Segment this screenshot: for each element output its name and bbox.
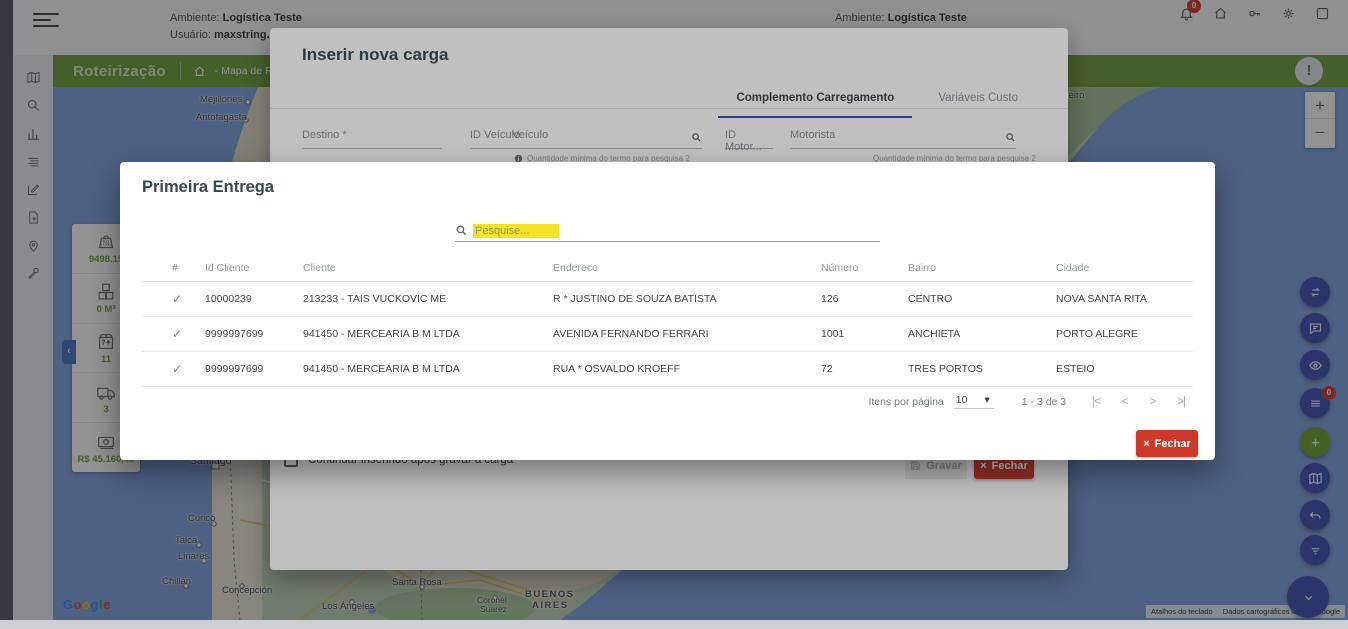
next-page-button[interactable]: > [1150,396,1156,408]
primeira-entrega-modal: Primeira Entrega Pesquise... # Id Client… [120,162,1215,460]
table-row[interactable]: ✓ 10000239 213233 - TAIS VUCKOVIC ME R *… [142,282,1193,317]
search-field[interactable]: Pesquise... [455,220,880,242]
search-placeholder: Pesquise... [473,224,559,238]
pagination-range: 1 - 3 de 3 [1022,396,1066,408]
deliveries-table: # Id Cliente Cliente Endereco Número Bai… [142,254,1193,387]
caret-down-icon: ▾ [985,394,990,406]
row-check-icon: ✓ [142,292,205,306]
row-check-icon: ✓ [142,362,205,376]
table-row[interactable]: ✓ 9999997699 941450 - MERCEARIA B M LTDA… [142,352,1193,387]
app-root: Ambiente: Logística Teste Usuário: maxst… [0,0,1348,629]
row-check-icon: ✓ [142,327,205,341]
first-page-button[interactable]: |< [1092,396,1100,408]
last-page-button[interactable]: >| [1177,396,1185,408]
table-row[interactable]: ✓ 9999997699 941450 - MERCEARIA B M LTDA… [142,317,1193,352]
primeira-entrega-title: Primeira Entrega [142,178,274,197]
bottom-strip [0,620,1348,629]
search-icon [455,224,468,237]
pagination: Itens por página 10 ▾ 1 - 3 de 3 |< < > … [868,394,1185,409]
close-x-icon: × [1143,438,1149,450]
items-per-page-label: Itens por página [868,396,943,408]
table-header-row: # Id Cliente Cliente Endereco Número Bai… [142,254,1193,282]
prev-page-button[interactable]: < [1122,396,1128,408]
items-per-page-select[interactable]: 10 ▾ [954,394,994,409]
fechar-button-entrega[interactable]: ×Fechar [1136,430,1198,457]
